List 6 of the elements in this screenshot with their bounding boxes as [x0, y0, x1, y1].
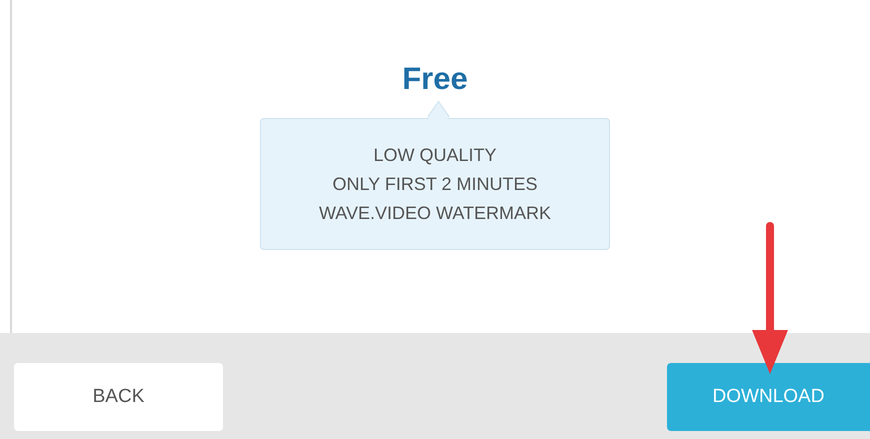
- feature-text: WAVE.VIDEO WATERMARK: [318, 202, 551, 224]
- arrow-icon: [752, 222, 788, 374]
- back-button[interactable]: BACK: [14, 363, 223, 431]
- feature-text: ONLY FIRST 2 MINUTES: [332, 172, 538, 196]
- feature-text: LOW QUALITY: [373, 144, 497, 166]
- plan-title: Free: [402, 60, 468, 98]
